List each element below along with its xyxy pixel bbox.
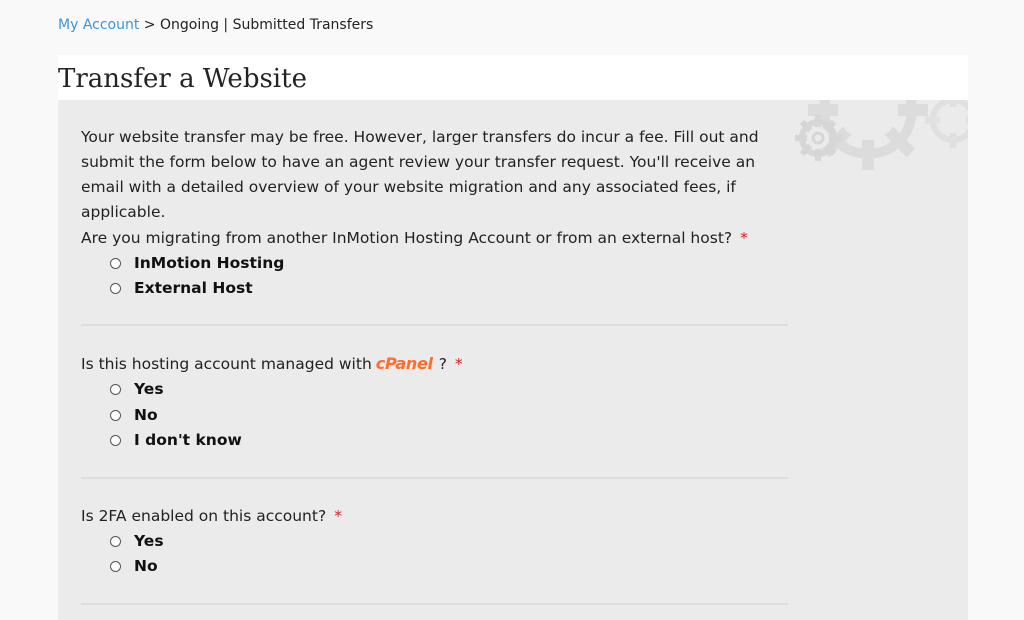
radio-option-no[interactable]: No xyxy=(110,556,158,576)
radio-label: No xyxy=(134,406,158,424)
page-title: Transfer a Website xyxy=(58,64,307,94)
radio-button[interactable] xyxy=(110,535,121,547)
radio-label: Yes xyxy=(134,532,164,550)
radio-option-dont-know[interactable]: I don't know xyxy=(110,430,242,450)
divider xyxy=(81,477,788,479)
radio-button[interactable] xyxy=(110,257,121,269)
question-text: Are you migrating from another InMotion … xyxy=(81,229,733,247)
breadcrumb-my-account-link[interactable]: My Account xyxy=(58,17,139,33)
question-2fa-enabled: Is 2FA enabled on this account? * xyxy=(81,506,342,526)
radio-label: Yes xyxy=(134,380,164,398)
divider xyxy=(81,324,788,326)
cpanel-logo-icon: cPanel xyxy=(375,354,433,373)
required-asterisk: * xyxy=(454,355,463,373)
breadcrumb: My Account > Ongoing | Submitted Transfe… xyxy=(58,16,373,34)
radio-button[interactable] xyxy=(110,434,121,446)
intro-text: Your website transfer may be free. Howev… xyxy=(81,128,759,221)
radio-option-yes[interactable]: Yes xyxy=(110,379,164,399)
required-asterisk: * xyxy=(334,507,342,525)
radio-option-no[interactable]: No xyxy=(110,405,158,425)
radio-button[interactable] xyxy=(110,560,121,572)
radio-option-yes[interactable]: Yes xyxy=(110,531,164,551)
breadcrumb-separator: > xyxy=(143,17,156,33)
radio-label: External Host xyxy=(134,279,253,297)
radio-button[interactable] xyxy=(110,383,121,395)
required-asterisk: * xyxy=(740,229,748,247)
radio-label: No xyxy=(134,557,158,575)
radio-option-inmotion-hosting[interactable]: InMotion Hosting xyxy=(110,253,284,273)
question-migration-source: Are you migrating from another InMotion … xyxy=(81,228,748,248)
question-cpanel-managed: Is this hosting account managed with cPan… xyxy=(81,354,463,374)
radio-label: I don't know xyxy=(134,431,242,449)
radio-button[interactable] xyxy=(110,282,121,294)
question-text: Is 2FA enabled on this account? xyxy=(81,507,327,525)
title-bar: Transfer a Website xyxy=(58,55,968,100)
radio-button[interactable] xyxy=(110,409,121,421)
breadcrumb-current: Ongoing | Submitted Transfers xyxy=(159,17,374,33)
radio-option-external-host[interactable]: External Host xyxy=(110,278,253,298)
question-text: Is this hosting account managed with xyxy=(81,355,372,373)
question-mark: ? xyxy=(438,355,447,373)
transfer-form-panel: Your website transfer may be free. Howev… xyxy=(58,100,968,620)
radio-label: InMotion Hosting xyxy=(134,254,285,272)
divider xyxy=(81,603,788,605)
